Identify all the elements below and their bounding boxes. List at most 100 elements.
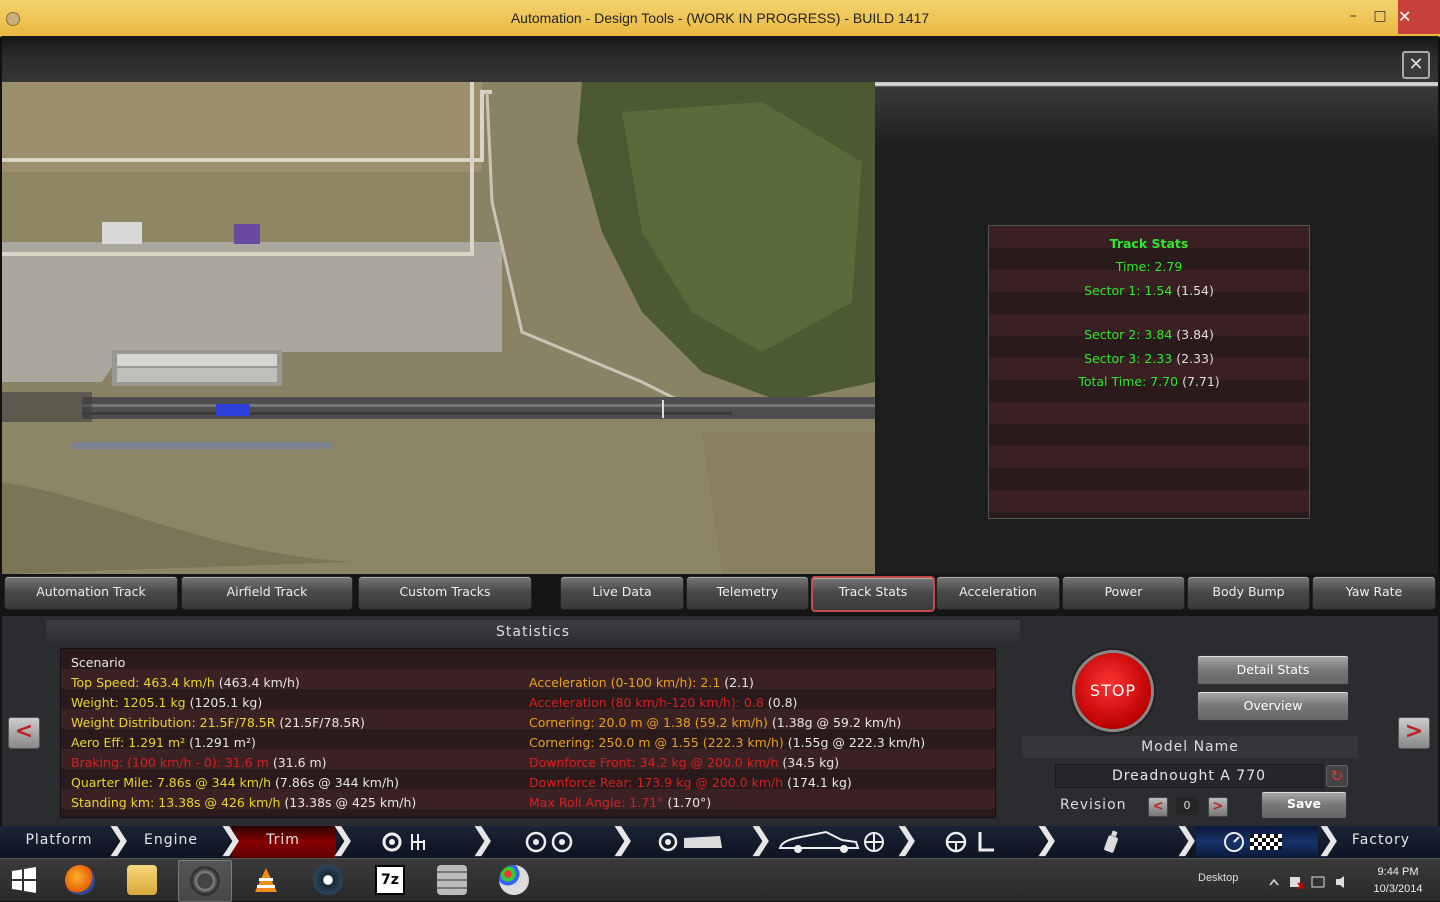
nav-separator: ❯ (218, 822, 244, 857)
stat-row: Standing km: 13.38s @ 426 km/h (13.38s @… (71, 795, 416, 810)
window-close-button[interactable]: ✕ (1398, 0, 1440, 34)
7zip-icon: 7z (375, 865, 405, 895)
model-name-label: Model Name (1022, 736, 1358, 758)
start-button[interactable] (10, 866, 38, 894)
track-stats-sector1-row: Sector 1: 1.54 (1.54) (989, 283, 1309, 298)
revision-decrement-button[interactable]: < (1148, 797, 1168, 817)
taskbar-firefox[interactable] (54, 860, 106, 900)
stat-row: Cornering: 20.0 m @ 1.38 (59.2 km/h) (1.… (529, 715, 901, 730)
overview-button[interactable]: Overview (1197, 691, 1349, 721)
track-map-view[interactable] (2, 82, 875, 574)
stat-row: Weight: 1205.1 kg (1205.1 kg) (71, 695, 262, 710)
next-page-button[interactable]: > (1398, 717, 1430, 749)
steam-icon (313, 865, 343, 895)
clock-date[interactable]: 10/3/2014 (1370, 883, 1426, 895)
taskbar-automation[interactable] (178, 860, 232, 902)
panel-close-button[interactable]: ✕ (1402, 51, 1430, 79)
tab-body-bump[interactable]: Body Bump (1187, 576, 1310, 610)
nav-testing[interactable] (1222, 830, 1286, 854)
nav-body[interactable] (656, 830, 726, 854)
paint-icon (499, 865, 529, 895)
tab-track-stats[interactable]: Track Stats (811, 576, 935, 612)
nav-fixtures[interactable] (1098, 830, 1128, 854)
sector1-value: Sector 1: 1.54 (1084, 283, 1173, 298)
gearbox-icon (382, 832, 425, 852)
stop-button[interactable]: STOP (1072, 650, 1154, 732)
stat-value: Weight: 1205.1 kg (71, 695, 186, 710)
tab-power[interactable]: Power (1062, 576, 1185, 610)
system-tray[interactable] (1268, 874, 1358, 890)
nav-interior[interactable] (942, 830, 998, 854)
tab-airfield-track[interactable]: Airfield Track (181, 576, 353, 610)
statistics-area: Scenario Top Speed: 463.4 km/h (463.4 km… (60, 648, 996, 818)
clock-time[interactable]: 9:44 PM (1372, 866, 1424, 878)
reload-icon[interactable]: ↻ (1326, 765, 1348, 787)
nav-car[interactable] (776, 828, 888, 856)
stat-previous: (1.70°) (667, 795, 712, 810)
stat-previous: (21.5F/78.5R) (279, 715, 365, 730)
stat-row: Downforce Rear: 173.9 kg @ 200.0 km/h (1… (529, 775, 852, 790)
firefox-icon (65, 865, 95, 895)
gauge-flag-icon (1224, 832, 1282, 852)
nav-gearbox[interactable] (380, 830, 440, 854)
nav-separator: ❯ (1174, 822, 1200, 857)
stat-previous: (1.38g @ 59.2 km/h) (771, 715, 902, 730)
revision-label: Revision (1060, 797, 1127, 813)
explorer-icon (127, 865, 157, 895)
taskbar-paint[interactable] (488, 860, 540, 900)
tab-telemetry[interactable]: Telemetry (686, 576, 809, 610)
nav-platform[interactable]: Platform (12, 826, 106, 858)
stat-previous: (463.4 km/h) (218, 675, 300, 690)
statistics-header: Statistics (46, 620, 1020, 644)
stat-value: Acceleration (0-100 km/h): 2.1 (529, 675, 721, 690)
stat-previous: (174.1 kg) (787, 775, 852, 790)
taskbar-vlc[interactable] (240, 860, 292, 900)
track-stats-sector3-row: Sector 3: 2.33 (2.33) (989, 351, 1309, 366)
stat-previous: (31.6 m) (272, 755, 327, 770)
nav-factory[interactable]: Factory (1334, 826, 1428, 858)
nav-engine[interactable]: Engine (124, 826, 218, 858)
taskbar-explorer[interactable] (116, 860, 168, 900)
total-time-prev: (7.71) (1182, 374, 1220, 389)
tab-live-data[interactable]: Live Data (560, 576, 684, 610)
stat-value: Acceleration (80 km/h-120 km/h): 0.8 (529, 695, 764, 710)
stat-row: Aero Eff: 1.291 m² (1.291 m²) (71, 735, 256, 750)
prev-page-button[interactable]: < (8, 717, 40, 749)
stat-previous: (13.38s @ 425 km/h) (284, 795, 417, 810)
stat-value: Cornering: 250.0 m @ 1.55 (222.3 km/h) (529, 735, 784, 750)
vlc-icon (255, 868, 277, 892)
stat-row: Braking: (100 km/h - 0): 31.6 m (31.6 m) (71, 755, 327, 770)
save-button[interactable]: Save (1261, 791, 1347, 819)
stat-row: Max Roll Angle: 1.71° (1.70°) (529, 795, 711, 810)
nav-separator: ❯ (1316, 822, 1342, 857)
detail-stats-button[interactable]: Detail Stats (1197, 655, 1349, 685)
stat-value: Quarter Mile: 7.86s @ 344 km/h (71, 775, 272, 790)
taskbar-steam[interactable] (302, 860, 354, 900)
sector3-prev: (2.33) (1176, 351, 1214, 366)
right-panel-header (875, 82, 1438, 150)
stat-value: Cornering: 20.0 m @ 1.38 (59.2 km/h) (529, 715, 768, 730)
stat-value: Weight Distribution: 21.5F/78.5R (71, 715, 276, 730)
bricks-icon (437, 865, 467, 895)
tab-custom-tracks[interactable]: Custom Tracks (358, 576, 532, 610)
maximize-button[interactable]: □ (1366, 6, 1394, 26)
tab-yaw-rate[interactable]: Yaw Rate (1312, 576, 1436, 610)
nav-trim[interactable]: Trim (236, 826, 330, 858)
tab-automation-track[interactable]: Automation Track (4, 576, 178, 610)
car-fan-icon (778, 830, 884, 853)
model-name-input[interactable]: Dreadnought A 770 (1055, 764, 1323, 788)
stat-value: Max Roll Angle: 1.71° (529, 795, 664, 810)
taskbar-7zip[interactable]: 7z (364, 860, 416, 900)
revision-increment-button[interactable]: > (1208, 797, 1228, 817)
stat-row: Top Speed: 463.4 km/h (463.4 km/h) (71, 675, 300, 690)
tray-icons (1269, 876, 1344, 890)
nav-separator: ❯ (330, 822, 356, 857)
track-stats-title: Track Stats (1109, 236, 1189, 251)
nav-wheels[interactable] (522, 830, 578, 854)
taskbar-bricks[interactable] (426, 860, 478, 900)
minimize-button[interactable]: – (1339, 6, 1367, 26)
tab-acceleration[interactable]: Acceleration (936, 576, 1060, 610)
desktop-toolbar-label[interactable]: Desktop (1198, 872, 1238, 884)
sector2-value: Sector 2: 3.84 (1084, 327, 1173, 342)
nav-separator: ❯ (1034, 822, 1060, 857)
